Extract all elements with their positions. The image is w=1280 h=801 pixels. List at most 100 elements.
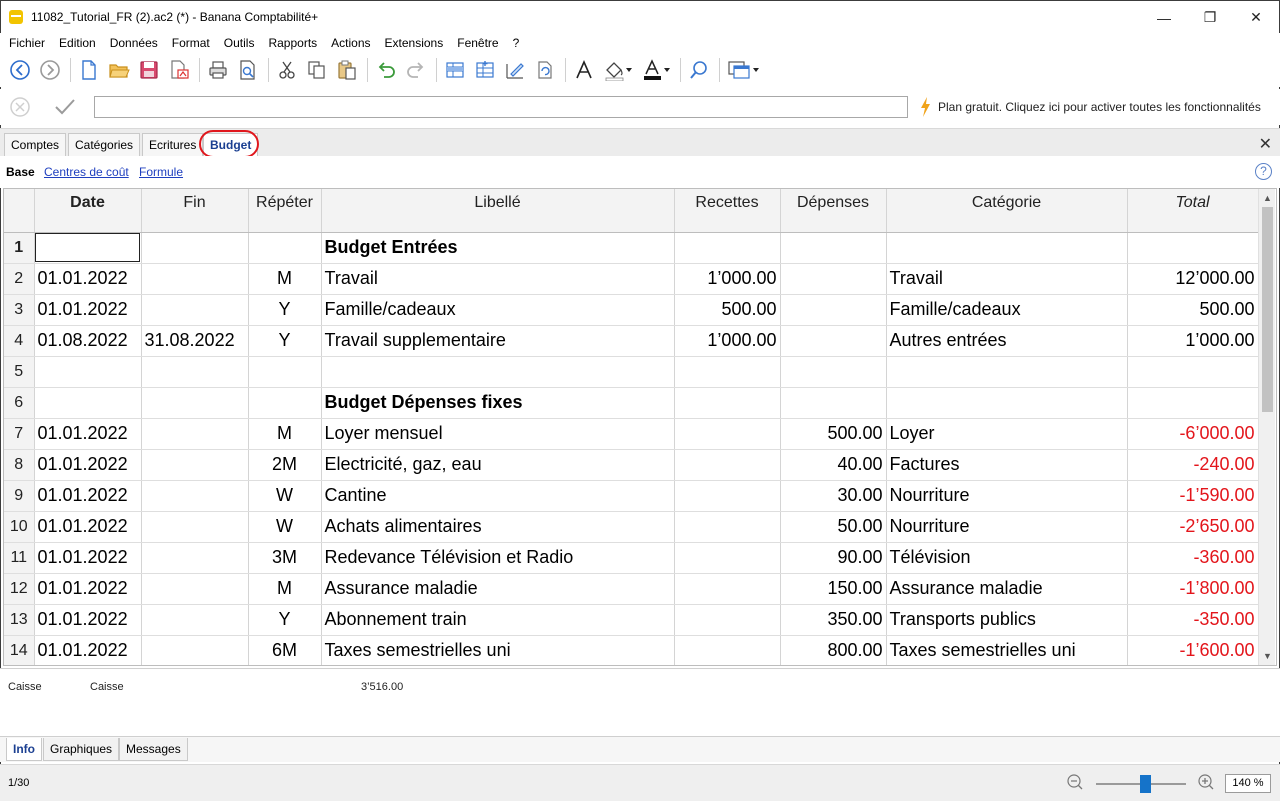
cell-depenses[interactable]: 50.00: [780, 511, 887, 543]
row-number[interactable]: 14: [4, 635, 35, 665]
duplicate-row-button[interactable]: [471, 56, 499, 84]
find-button[interactable]: [685, 56, 713, 84]
row-number[interactable]: 1: [4, 232, 35, 264]
cell-total[interactable]: 12’000.00: [1127, 263, 1259, 295]
row-number[interactable]: 6: [4, 387, 35, 419]
zoom-slider-handle[interactable]: [1140, 775, 1151, 793]
cell-date[interactable]: [34, 232, 142, 264]
fill-color-button[interactable]: [600, 56, 636, 84]
row-number[interactable]: 3: [4, 294, 35, 326]
cell-date[interactable]: 01.01.2022: [34, 418, 142, 450]
cut-button[interactable]: [273, 56, 301, 84]
cell-total[interactable]: -6’000.00: [1127, 418, 1259, 450]
cell-total[interactable]: -1’600.00: [1127, 635, 1259, 665]
cell-repeter[interactable]: Y: [248, 325, 322, 357]
cell-depenses[interactable]: [780, 325, 887, 357]
cell-fin[interactable]: [141, 232, 249, 264]
cell-libelle[interactable]: Achats alimentaires: [321, 511, 675, 543]
cell-fin[interactable]: [141, 387, 249, 419]
cell-depenses[interactable]: 500.00: [780, 418, 887, 450]
close-window-button[interactable]: ✕: [1233, 1, 1279, 34]
cell-edit-input[interactable]: [94, 96, 908, 118]
plan-notice[interactable]: Plan gratuit. Cliquez ici pour activer t…: [918, 96, 1261, 118]
cell-fin[interactable]: [141, 511, 249, 543]
row-number[interactable]: 9: [4, 480, 35, 512]
undo-button[interactable]: [372, 56, 400, 84]
cell-depenses[interactable]: 90.00: [780, 542, 887, 574]
cell-libelle[interactable]: Cantine: [321, 480, 675, 512]
menu-outils[interactable]: Outils: [217, 33, 262, 53]
cell-recettes[interactable]: [674, 542, 781, 574]
table-row[interactable]: 3 01.01.2022 Y Famille/cadeaux 500.00 Famille…: [4, 294, 1259, 326]
cell-categorie[interactable]: Taxes semestrielles uni: [886, 635, 1128, 665]
table-row[interactable]: 2 01.01.2022 M Travail 1’000.00 Travail 12’000…: [4, 263, 1259, 295]
cell-libelle[interactable]: Assurance maladie: [321, 573, 675, 605]
vertical-scrollbar[interactable]: ▲ ▼: [1258, 189, 1275, 665]
cell-fin[interactable]: [141, 294, 249, 326]
cell-categorie[interactable]: [886, 356, 1128, 388]
scroll-down-icon[interactable]: ▼: [1263, 651, 1272, 661]
cell-depenses[interactable]: 350.00: [780, 604, 887, 636]
tab-messages[interactable]: Messages: [119, 738, 188, 761]
column-header-fin[interactable]: Fin: [141, 189, 249, 233]
cell-recettes[interactable]: [674, 573, 781, 605]
column-header-depenses[interactable]: Dépenses: [780, 189, 887, 233]
close-table-icon[interactable]: ✕: [1259, 134, 1272, 154]
cell-libelle[interactable]: Budget Entrées: [321, 232, 675, 264]
scroll-thumb[interactable]: [1262, 207, 1273, 412]
cell-categorie[interactable]: Transports publics: [886, 604, 1128, 636]
cell-libelle[interactable]: Loyer mensuel: [321, 418, 675, 450]
cell-date[interactable]: 01.01.2022: [34, 294, 142, 326]
cell-total[interactable]: [1127, 232, 1259, 264]
back-button[interactable]: [6, 56, 34, 84]
cell-fin[interactable]: [141, 573, 249, 605]
cell-repeter[interactable]: 2M: [248, 449, 322, 481]
menu-rapports[interactable]: Rapports: [261, 33, 324, 53]
cell-depenses[interactable]: 40.00: [780, 449, 887, 481]
cell-depenses[interactable]: 150.00: [780, 573, 887, 605]
insert-row-button[interactable]: [441, 56, 469, 84]
table-row[interactable]: 4 01.08.2022 31.08.2022 Y Travail supplement…: [4, 325, 1259, 357]
cell-depenses[interactable]: [780, 294, 887, 326]
cell-categorie[interactable]: [886, 232, 1128, 264]
cell-categorie[interactable]: Travail: [886, 263, 1128, 295]
cell-date[interactable]: 01.08.2022: [34, 325, 142, 357]
cell-depenses[interactable]: 30.00: [780, 480, 887, 512]
cell-repeter[interactable]: [248, 232, 322, 264]
complete-row-button[interactable]: [501, 56, 529, 84]
cell-total[interactable]: 1’000.00: [1127, 325, 1259, 357]
recalculate-button[interactable]: [531, 56, 559, 84]
cell-fin[interactable]: [141, 542, 249, 574]
cell-fin[interactable]: [141, 356, 249, 388]
row-number[interactable]: 7: [4, 418, 35, 450]
cell-categorie[interactable]: [886, 387, 1128, 419]
cell-date[interactable]: 01.01.2022: [34, 542, 142, 574]
cell-repeter[interactable]: [248, 356, 322, 388]
cell-categorie[interactable]: Télévision: [886, 542, 1128, 574]
cell-recettes[interactable]: [674, 387, 781, 419]
cell-date[interactable]: 01.01.2022: [34, 604, 142, 636]
cell-categorie[interactable]: Nourriture: [886, 480, 1128, 512]
cell-date[interactable]: 01.01.2022: [34, 573, 142, 605]
cell-recettes[interactable]: [674, 418, 781, 450]
table-row[interactable]: 5: [4, 356, 1259, 388]
row-number[interactable]: 12: [4, 573, 35, 605]
cell-repeter[interactable]: 3M: [248, 542, 322, 574]
cell-recettes[interactable]: [674, 356, 781, 388]
tab-graphiques[interactable]: Graphiques: [43, 738, 120, 761]
cell-total[interactable]: -360.00: [1127, 542, 1259, 574]
zoom-level-field[interactable]: 140 %: [1225, 774, 1271, 793]
cell-libelle[interactable]: Abonnement train: [321, 604, 675, 636]
row-number[interactable]: 4: [4, 325, 35, 357]
cell-total[interactable]: [1127, 387, 1259, 419]
forward-button[interactable]: [36, 56, 64, 84]
cell-libelle[interactable]: [321, 356, 675, 388]
cell-repeter[interactable]: M: [248, 418, 322, 450]
cell-repeter[interactable]: 6M: [248, 635, 322, 665]
paste-button[interactable]: [333, 56, 361, 84]
cell-date[interactable]: [34, 356, 142, 388]
redo-button[interactable]: [402, 56, 430, 84]
cell-total[interactable]: -240.00: [1127, 449, 1259, 481]
row-number[interactable]: 13: [4, 604, 35, 636]
menu-edition[interactable]: Edition: [52, 33, 103, 53]
